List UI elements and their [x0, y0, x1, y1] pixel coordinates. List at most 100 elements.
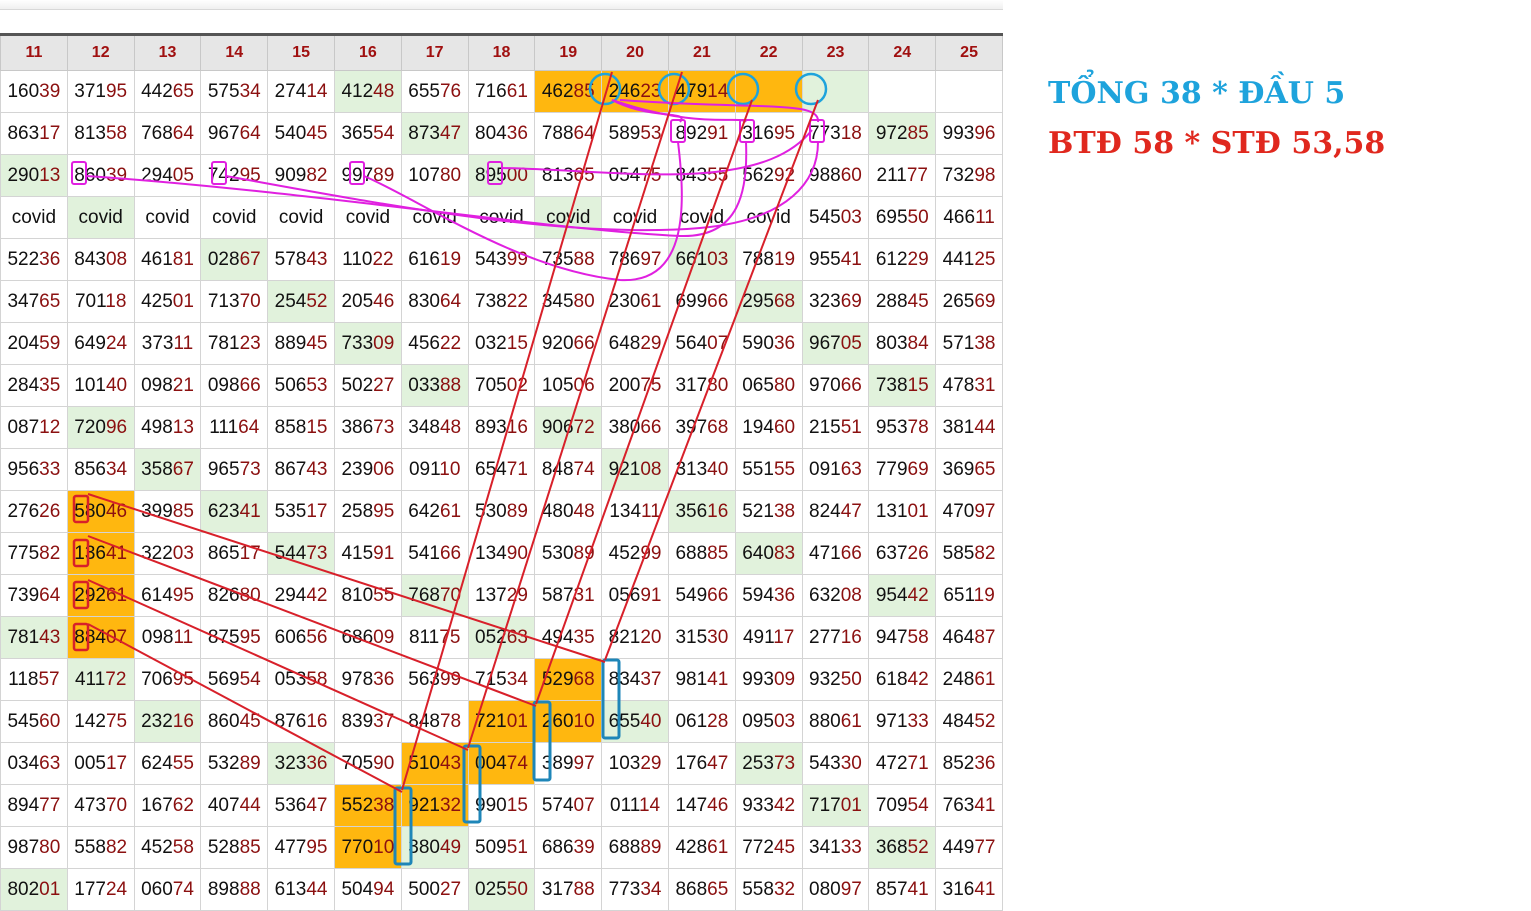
table-row: 29013 86039 29405 74295 90982 99789 10780 89500… — [0, 154, 1003, 197]
table-cell: 94758 — [868, 616, 937, 659]
table-cell: 61495 — [133, 574, 202, 617]
table-cell: 38144 — [935, 406, 1003, 449]
table-cell: 55882 — [66, 826, 135, 869]
table-cell: 90672 — [534, 406, 603, 449]
table-cell: 05475 — [601, 154, 669, 197]
table-cell: 54473 — [267, 532, 335, 575]
table-cell: 52236 — [0, 238, 68, 281]
table-cell: 73298 — [935, 154, 1003, 197]
table-cell: 38066 — [601, 406, 669, 449]
table-cell: 56407 — [667, 322, 736, 365]
table-cell: 46181 — [133, 238, 202, 281]
table-cell: 78819 — [734, 238, 803, 281]
table-row: 28435 10140 09821 09866 50653 50227 03388 70502… — [0, 364, 1003, 407]
table-row: 89477 47370 16762 40744 53647 55238 92132 99015… — [0, 784, 1003, 827]
table-cell — [935, 70, 1003, 113]
table-cell: 32203 — [133, 532, 202, 575]
table-cell: 17647 — [667, 742, 736, 785]
table-cell: 03388 — [400, 364, 469, 407]
table-cell: 99789 — [333, 154, 402, 197]
table-cell: 13641 — [66, 532, 135, 575]
table-cell: 46611 — [935, 196, 1003, 239]
table-row: 95633 85634 35867 96573 86743 23906 09110 65471… — [0, 448, 1003, 491]
table-cell: 21177 — [868, 154, 937, 197]
table-cell: 55238 — [333, 784, 402, 827]
table-cell: covid — [200, 196, 269, 239]
table-cell: 00517 — [66, 742, 135, 785]
table-cell: 11022 — [333, 238, 402, 281]
table-cell: 73309 — [333, 322, 402, 365]
table-row: 11857 41172 70695 56954 05358 97836 56399 71534… — [0, 658, 1003, 701]
table-cell: 71701 — [801, 784, 870, 827]
table-cell: 88061 — [801, 700, 870, 743]
table-cell: 81055 — [333, 574, 402, 617]
column-header: 13 — [133, 33, 202, 71]
table-cell: 98860 — [801, 154, 870, 197]
table-cell: 87595 — [200, 616, 269, 659]
table-cell: 73815 — [868, 364, 937, 407]
table-cell: 77245 — [734, 826, 803, 869]
table-cell: 76870 — [400, 574, 469, 617]
table-cell: 69966 — [667, 280, 736, 323]
table-cell: 13101 — [868, 490, 937, 533]
table-cell: 98141 — [667, 658, 736, 701]
table-cell: 68885 — [667, 532, 736, 575]
table-cell: 54503 — [801, 196, 870, 239]
column-header: 21 — [667, 33, 736, 71]
table-cell: 63726 — [868, 532, 937, 575]
table-cell: covid — [667, 196, 736, 239]
table-cell: 06580 — [734, 364, 803, 407]
table-cell: 00474 — [467, 742, 536, 785]
table-cell — [734, 70, 803, 113]
table-cell: 19460 — [734, 406, 803, 449]
table-cell: 71661 — [467, 70, 536, 113]
table-cell: 16039 — [0, 70, 68, 113]
column-header: 16 — [333, 33, 402, 71]
table-cell: 97133 — [868, 700, 937, 743]
table-cell: 70590 — [333, 742, 402, 785]
table-cell: covid — [534, 196, 603, 239]
table-cell: 49813 — [133, 406, 202, 449]
table-cell — [868, 70, 937, 113]
table-cell: 45299 — [601, 532, 669, 575]
table-cell: 54330 — [801, 742, 870, 785]
table-cell: 44977 — [935, 826, 1003, 869]
table-cell: 24861 — [935, 658, 1003, 701]
table-cell: 29261 — [66, 574, 135, 617]
table-cell: 76341 — [935, 784, 1003, 827]
table-cell: 89500 — [467, 154, 536, 197]
table-cell: 81365 — [534, 154, 603, 197]
table-cell: 65540 — [601, 700, 669, 743]
table-row: 08712 72096 49813 11164 85815 38673 34848 89316… — [0, 406, 1003, 449]
table-row: 78143 88407 09811 87595 60656 68609 81175 05263… — [0, 616, 1003, 659]
table-cell: 47831 — [935, 364, 1003, 407]
table-cell: 47166 — [801, 532, 870, 575]
table-cell: 27626 — [0, 490, 68, 533]
table-cell: 90982 — [267, 154, 335, 197]
table-cell: 27716 — [801, 616, 870, 659]
table-cell: 54045 — [267, 112, 335, 155]
table-cell: 62455 — [133, 742, 202, 785]
table-cell: 13729 — [467, 574, 536, 617]
table-cell: 09866 — [200, 364, 269, 407]
table-cell: 81175 — [400, 616, 469, 659]
column-header: 20 — [601, 33, 669, 71]
table-cell: 85634 — [66, 448, 135, 491]
table-cell: 92132 — [400, 784, 469, 827]
table-cell: 53289 — [200, 742, 269, 785]
table-cell: 85815 — [267, 406, 335, 449]
table-cell: covid — [400, 196, 469, 239]
table-cell: 47097 — [935, 490, 1003, 533]
table-cell: 29405 — [133, 154, 202, 197]
table-cell: 73964 — [0, 574, 68, 617]
table-cell: 14275 — [66, 700, 135, 743]
table-cell: 78864 — [534, 112, 603, 155]
table-cell: 53089 — [467, 490, 536, 533]
table-cell: 47370 — [66, 784, 135, 827]
table-cell: 51043 — [400, 742, 469, 785]
table-row: 98780 55882 45258 52885 47795 77010 38049 50951… — [0, 826, 1003, 869]
table-cell: 93342 — [734, 784, 803, 827]
table-cell: 84308 — [66, 238, 135, 281]
table-cell: 58582 — [935, 532, 1003, 575]
table-cell: 02550 — [467, 868, 536, 911]
